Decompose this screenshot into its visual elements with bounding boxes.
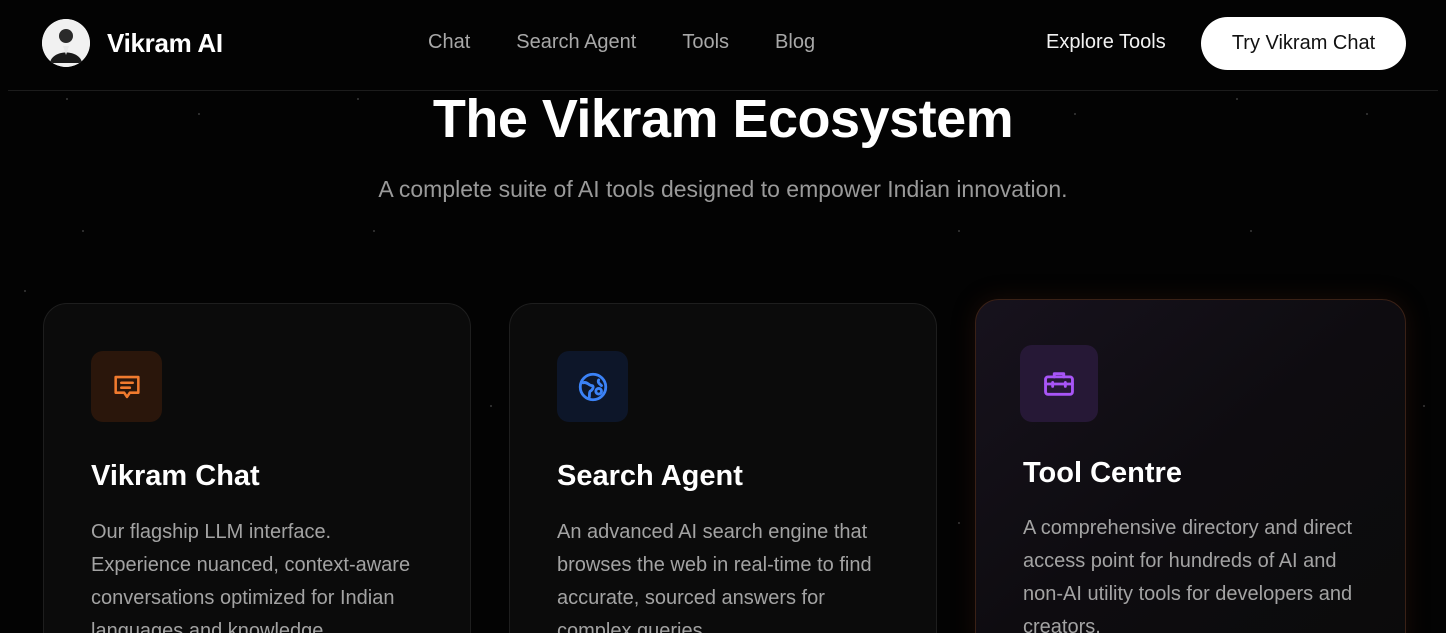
card-icon-box (1020, 345, 1098, 422)
chat-bubble-icon (113, 375, 140, 398)
nav-link-chat[interactable]: Chat (428, 31, 470, 54)
try-vikram-chat-button[interactable]: Try Vikram Chat (1201, 17, 1406, 70)
toolbox-icon (1044, 371, 1074, 396)
nav-link-search-agent[interactable]: Search Agent (516, 31, 636, 54)
card-title: Vikram Chat (91, 460, 260, 492)
brand-name: Vikram AI (107, 27, 223, 58)
card-title: Search Agent (557, 460, 743, 492)
card-icon-box (91, 351, 162, 422)
avatar (42, 19, 90, 67)
card-vikram-chat[interactable]: Vikram Chat Our flagship LLM interface. … (43, 303, 471, 633)
card-search-agent[interactable]: Search Agent An advanced AI search engin… (509, 303, 937, 633)
card-description: Our flagship LLM interface. Experience n… (91, 521, 411, 633)
hero-title: The Vikram Ecosystem (432, 89, 1014, 149)
page: Vikram AI Chat Search Agent Tools Blog E… (0, 0, 1446, 633)
portrait-avatar-icon (42, 19, 90, 67)
nav-links: Chat Search Agent Tools Blog (428, 31, 861, 54)
card-tool-centre[interactable]: Tool Centre A comprehensive directory an… (975, 299, 1406, 633)
nav-link-blog[interactable]: Blog (775, 31, 815, 54)
globe-icon (578, 372, 607, 401)
brand[interactable]: Vikram AI (42, 19, 223, 67)
hero-subtitle: A complete suite of AI tools designed to… (378, 176, 1068, 202)
top-navbar: Vikram AI Chat Search Agent Tools Blog E… (0, 0, 1446, 88)
card-title: Tool Centre (1023, 457, 1182, 489)
card-description: An advanced AI search engine that browse… (557, 521, 872, 633)
explore-tools-link[interactable]: Explore Tools (1046, 31, 1166, 54)
card-icon-box (557, 351, 628, 422)
nav-link-tools[interactable]: Tools (682, 31, 729, 54)
card-description: A comprehensive directory and direct acc… (1023, 517, 1353, 633)
